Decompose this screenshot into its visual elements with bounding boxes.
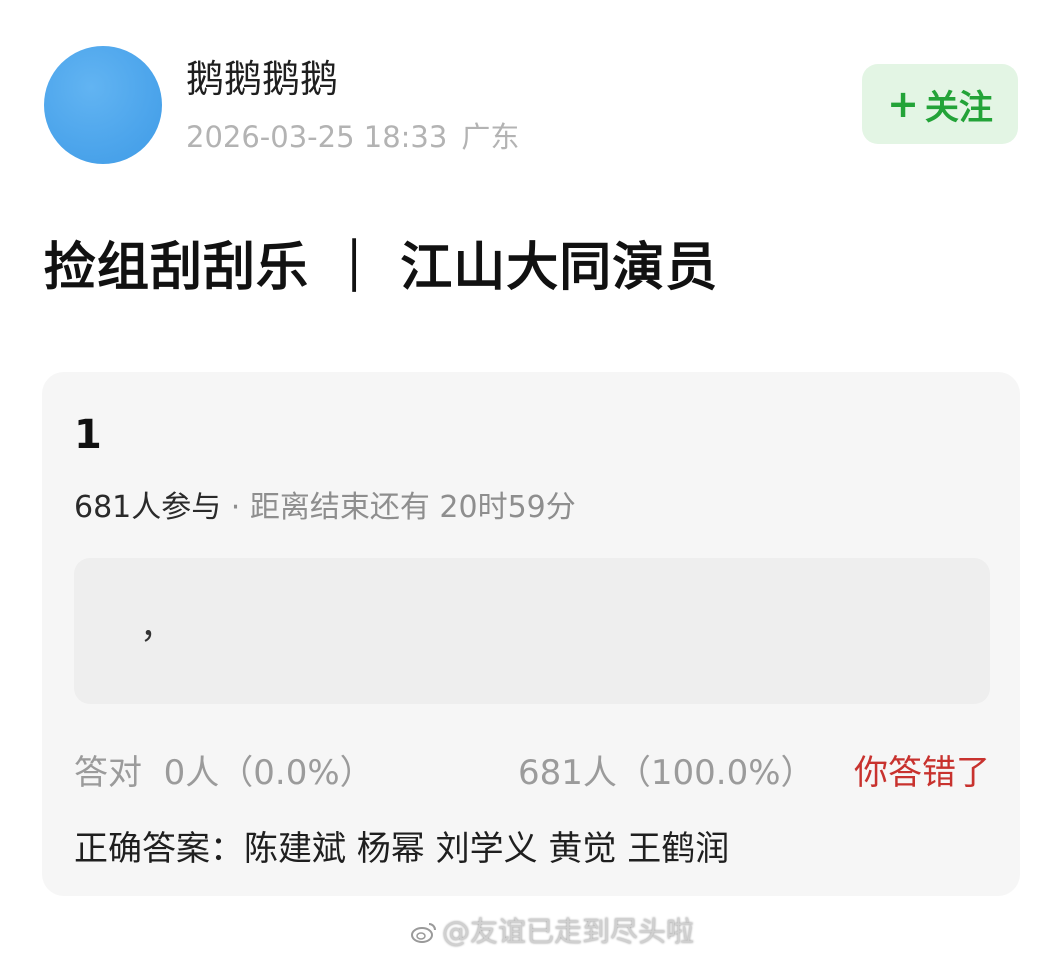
participants-count: 681人参与 (74, 490, 222, 525)
wrong-stat: 681人（100.0%） (518, 753, 815, 793)
quiz-info: 681人参与 · 距离结束还有 20时59分 (74, 488, 576, 528)
username[interactable]: 鹅鹅鹅鹅 (186, 54, 338, 104)
correct-stat: 答对 0人（0.0%） (74, 750, 374, 796)
correct-count: 0人（0.0%） (163, 753, 374, 793)
correct-answer-label: 正确答案： (74, 829, 244, 869)
correct-answer: 正确答案：陈建斌 杨幂 刘学义 黄觉 王鹤润 (74, 826, 729, 872)
plus-icon: + (887, 82, 919, 126)
correct-answer-value: 陈建斌 杨幂 刘学义 黄觉 王鹤润 (244, 829, 730, 869)
follow-label: 关注 (924, 87, 993, 128)
weibo-icon (411, 923, 436, 943)
correct-label: 答对 (74, 753, 142, 793)
post-date: 2026-03-25 18:33 (186, 120, 448, 154)
quiz-number: 1 (74, 412, 102, 458)
result-row: 答对 0人（0.0%） 681人（100.0%） 你答错了 (74, 750, 990, 796)
post-meta: 2026-03-25 18:33 广东 (186, 117, 519, 157)
answer-box: ， (74, 558, 990, 704)
watermark: @友谊已走到尽头啦 (410, 912, 694, 952)
quiz-card: 1 681人参与 · 距离结束还有 20时59分 ， 答对 0人（0.0%） 6… (42, 372, 1020, 896)
post-title: 捡组刮刮乐 ｜ 江山大同演员 (44, 238, 719, 298)
avatar[interactable] (44, 46, 162, 164)
submitted-answer: ， (140, 607, 174, 647)
info-separator: · (221, 490, 250, 525)
wrong-status: 你答错了 (854, 753, 990, 793)
post-location: 广东 (461, 120, 520, 154)
follow-button[interactable]: + 关注 (862, 64, 1018, 144)
watermark-text: @友谊已走到尽头啦 (442, 915, 695, 948)
time-remaining: 距离结束还有 20时59分 (249, 490, 576, 525)
